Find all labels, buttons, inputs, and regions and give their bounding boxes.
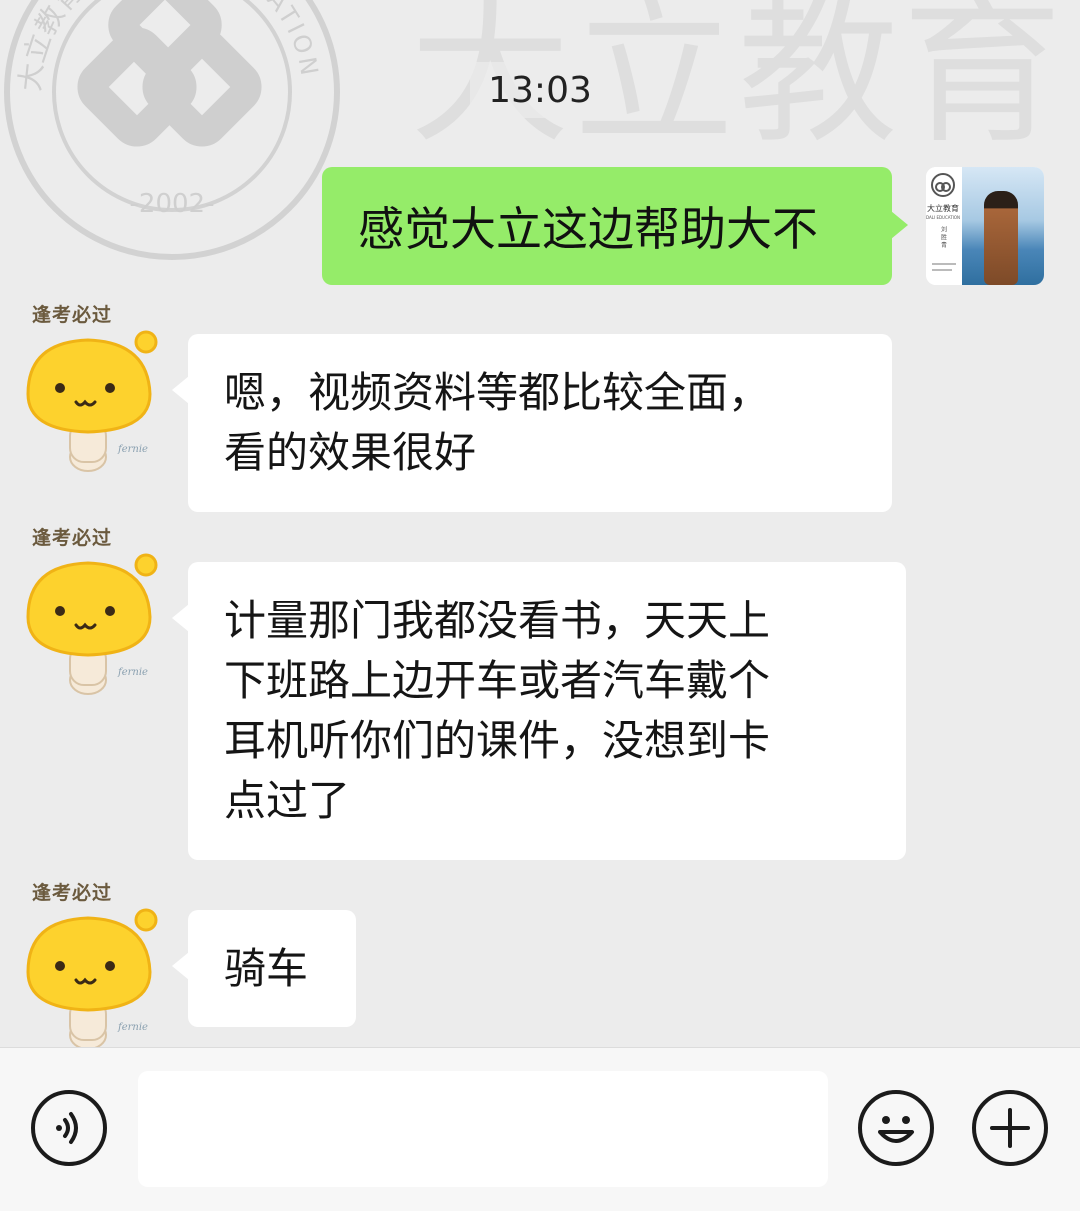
more-options-button[interactable]: [972, 1090, 1048, 1166]
message-line: 嗯，视频资料等都比较全面，: [224, 368, 771, 417]
message-text: 计量那门我都没看书，天天上 下班路上边开车或者汽车戴个 耳机听你们的课件，没想到…: [224, 591, 770, 831]
message-timestamp: 13:03: [470, 62, 610, 118]
mushroom-character-icon: fernie: [26, 553, 158, 695]
friend-avatar[interactable]: 逢考必过 fernie: [18, 878, 163, 1050]
voice-toggle-icon: [56, 1112, 78, 1144]
avatar-signature-text: fernie: [117, 667, 148, 678]
watermark-year-text: -2002-: [130, 189, 215, 219]
message-line: 看的效果很好: [224, 428, 477, 477]
business-card-panel: 大立教育 DALI EDUCATION 刘 胜 青: [926, 167, 962, 285]
emoji-button[interactable]: [858, 1090, 934, 1166]
mushroom-character-icon: fernie: [26, 908, 158, 1050]
card-logo-text: 大立教育: [927, 203, 959, 213]
outgoing-message-text: 感觉大立这边帮助大不: [358, 202, 818, 256]
message-text: 嗯，视频资料等都比较全面， 看的效果很好: [224, 363, 770, 483]
friend-avatar[interactable]: 逢考必过 fernie: [18, 523, 163, 695]
message-line: 耳机听你们的课件，没想到卡: [224, 716, 771, 765]
self-avatar[interactable]: 大立教育 DALI EDUCATION 刘 胜 青: [926, 167, 1044, 285]
message-line: 计量那门我都没看书，天天上: [224, 596, 771, 645]
card-logo-subtext: DALI EDUCATION: [926, 215, 960, 220]
emoji-icon: [878, 1116, 914, 1143]
voice-toggle-button[interactable]: [31, 1090, 107, 1166]
mushroom-character-icon: fernie: [26, 330, 158, 472]
message-text: 骑车: [224, 939, 308, 999]
message-input[interactable]: [138, 1071, 828, 1187]
message-line: 点过了: [224, 776, 351, 825]
watermark-seal-logo: 大立教育 EDUCATION -2002-: [4, 0, 340, 260]
avatar-photo: [962, 167, 1044, 285]
friend-avatar[interactable]: 逢考必过 fernie: [18, 300, 163, 472]
outgoing-message-bubble[interactable]: 感觉大立这边帮助大不: [322, 167, 908, 285]
message-line: 骑车: [224, 943, 309, 993]
plus-icon: [990, 1108, 1030, 1148]
person-figure: [984, 191, 1018, 285]
card-name-text: 刘 胜 青: [940, 225, 947, 249]
avatar-signature-text: fernie: [117, 1022, 148, 1033]
chat-input-bar: [0, 1047, 1080, 1211]
incoming-message-bubble[interactable]: 嗯，视频资料等都比较全面， 看的效果很好: [172, 334, 892, 512]
incoming-message-bubble[interactable]: 计量那门我都没看书，天天上 下班路上边开车或者汽车戴个 耳机听你们的课件，没想到…: [172, 562, 906, 860]
incoming-message-bubble[interactable]: 骑车: [172, 910, 356, 1027]
message-line: 下班路上边开车或者汽车戴个: [224, 656, 771, 705]
chat-screen: 大立教育 EDUCATION -2002- 大立教育 13:03 感觉大立这边帮…: [0, 0, 1080, 1211]
avatar-signature-text: fernie: [117, 444, 148, 455]
